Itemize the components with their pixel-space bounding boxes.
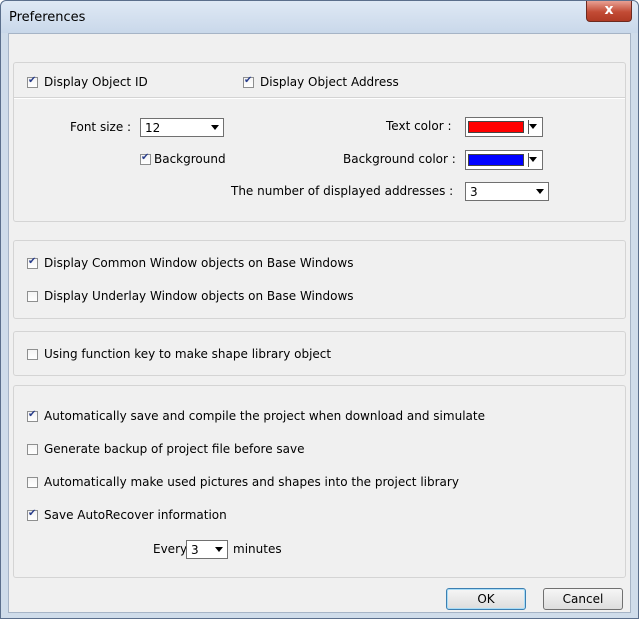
underlay-window-checkbox[interactable] bbox=[27, 291, 38, 302]
chevron-down-icon bbox=[529, 157, 537, 162]
autorecover-label: Save AutoRecover information bbox=[44, 508, 227, 522]
object-display-group: Display Object ID Display Object Address… bbox=[13, 62, 626, 222]
num-addresses-select[interactable]: 3 bbox=[465, 182, 549, 201]
ok-button[interactable]: OK bbox=[446, 588, 526, 610]
text-color-label: Text color : bbox=[386, 119, 452, 133]
preferences-dialog: Preferences x Display Object ID Display … bbox=[0, 0, 639, 619]
chevron-down-icon bbox=[211, 125, 219, 130]
font-size-value: 12 bbox=[145, 121, 161, 135]
background-checkbox[interactable] bbox=[140, 152, 151, 165]
project-options-group: Automatically save and compile the proje… bbox=[13, 385, 626, 578]
text-color-picker[interactable] bbox=[465, 117, 543, 137]
background-color-swatch bbox=[468, 154, 524, 166]
font-size-select[interactable]: 12 bbox=[140, 118, 224, 137]
display-object-address-label: Display Object Address bbox=[260, 75, 399, 89]
auto-library-checkbox[interactable] bbox=[27, 477, 38, 488]
dialog-title: Preferences bbox=[9, 10, 86, 25]
function-key-group: Using function key to make shape library… bbox=[13, 331, 626, 376]
underlay-window-label: Display Underlay Window objects on Base … bbox=[44, 289, 354, 303]
minutes-label: minutes bbox=[233, 542, 282, 556]
autorecover-minutes-value: 3 bbox=[191, 543, 199, 557]
autorecover-checkbox[interactable] bbox=[27, 508, 38, 521]
background-color-label: Background color : bbox=[343, 152, 456, 166]
common-window-label: Display Common Window objects on Base Wi… bbox=[44, 256, 354, 270]
background-label: Background bbox=[154, 152, 226, 166]
autorecover-minutes-select[interactable]: 3 bbox=[186, 540, 228, 559]
close-button[interactable]: x bbox=[586, 1, 632, 22]
chevron-down-icon bbox=[536, 189, 544, 194]
background-color-picker[interactable] bbox=[465, 150, 543, 170]
backup-checkbox[interactable] bbox=[27, 444, 38, 455]
display-object-id-checkbox[interactable] bbox=[27, 75, 38, 88]
every-label: Every bbox=[153, 542, 188, 556]
window-objects-group: Display Common Window objects on Base Wi… bbox=[13, 240, 626, 319]
dialog-client: Display Object ID Display Object Address… bbox=[8, 33, 631, 613]
function-key-label: Using function key to make shape library… bbox=[44, 347, 332, 361]
cancel-button[interactable]: Cancel bbox=[543, 588, 623, 610]
auto-save-checkbox[interactable] bbox=[27, 409, 38, 422]
common-window-checkbox[interactable] bbox=[27, 256, 38, 269]
display-object-address-checkbox[interactable] bbox=[243, 75, 254, 88]
title-bar[interactable]: Preferences x bbox=[1, 1, 638, 33]
auto-save-label: Automatically save and compile the proje… bbox=[44, 409, 485, 423]
num-addresses-value: 3 bbox=[470, 185, 478, 199]
chevron-down-icon bbox=[529, 124, 537, 129]
display-object-id-label: Display Object ID bbox=[44, 75, 148, 89]
chevron-down-icon bbox=[215, 547, 223, 552]
function-key-checkbox[interactable] bbox=[27, 349, 38, 360]
font-size-label: Font size : bbox=[70, 120, 132, 134]
text-color-swatch bbox=[468, 121, 524, 133]
backup-label: Generate backup of project file before s… bbox=[44, 442, 305, 456]
num-addresses-label: The number of displayed addresses : bbox=[231, 184, 454, 198]
auto-library-label: Automatically make used pictures and sha… bbox=[44, 475, 459, 489]
group-divider bbox=[14, 97, 625, 99]
